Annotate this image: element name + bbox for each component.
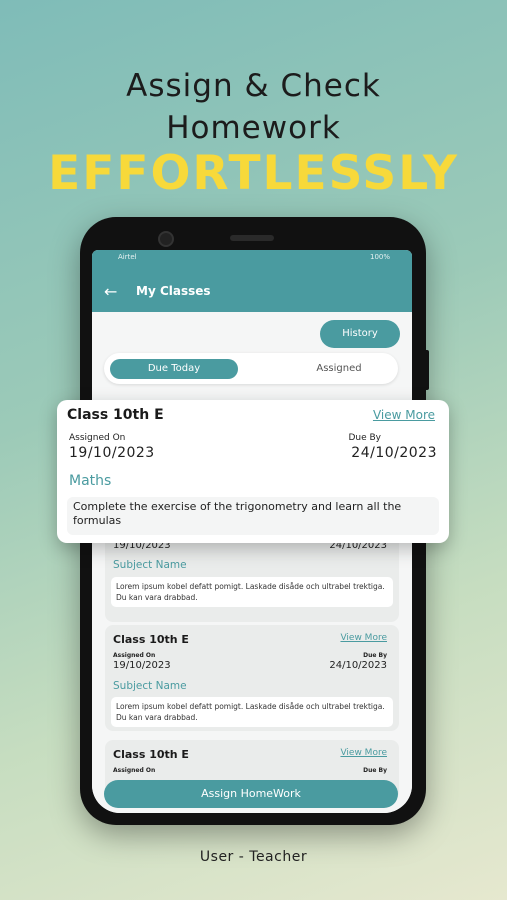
assigned-date: 19/10/2023 xyxy=(69,445,155,461)
phone-camera xyxy=(158,231,174,247)
featured-homework-card[interactable]: Class 10th E View More Assigned On Due B… xyxy=(57,400,449,543)
assign-homework-button[interactable]: Assign HomeWork xyxy=(104,780,398,808)
user-role-caption: User - Teacher xyxy=(199,849,308,865)
tab-switcher: Due Today Assigned xyxy=(104,353,398,384)
class-name: Class 10th E xyxy=(113,633,189,646)
homework-card[interactable]: 19/10/2023 24/10/2023 Subject Name Lorem… xyxy=(105,532,399,622)
due-date: 24/10/2023 xyxy=(329,660,387,671)
history-button[interactable]: History xyxy=(320,320,400,348)
back-arrow-icon[interactable]: ← xyxy=(104,282,117,301)
tab-due-today[interactable]: Due Today xyxy=(110,359,238,379)
headline-line-2: Homework xyxy=(166,110,341,146)
class-name: Class 10th E xyxy=(67,407,164,423)
view-more-link[interactable]: View More xyxy=(340,633,387,643)
subject-name: Subject Name xyxy=(113,680,187,692)
phone-side-button xyxy=(424,350,429,390)
due-by-label: Due By xyxy=(348,433,381,443)
carrier-label: Airtel xyxy=(118,253,137,261)
phone-speaker xyxy=(230,235,274,241)
assigned-date: 19/10/2023 xyxy=(113,660,171,671)
main-content: History Due Today Assigned 19/10/2023 24… xyxy=(92,312,412,813)
headline-emphasis: EFFORTLESSLY xyxy=(48,146,459,201)
subject-name: Subject Name xyxy=(113,559,187,571)
assigned-on-label: Assigned On xyxy=(69,433,126,443)
subject-name: Maths xyxy=(69,473,112,489)
view-more-link[interactable]: View More xyxy=(373,408,435,422)
homework-card[interactable]: Class 10th E View More Assigned On Due B… xyxy=(105,625,399,731)
app-bar: Airtel 100% ← My Classes xyxy=(92,250,412,312)
due-by-label: Due By xyxy=(363,767,387,774)
homework-description: Complete the exercise of the trigonometr… xyxy=(67,497,439,535)
tab-assigned[interactable]: Assigned xyxy=(279,353,399,384)
headline-line-1: Assign & Check xyxy=(126,68,381,104)
view-more-link[interactable]: View More xyxy=(340,748,387,758)
battery-label: 100% xyxy=(369,253,390,261)
page-title: My Classes xyxy=(136,284,211,298)
status-bar: Airtel 100% xyxy=(118,253,390,263)
assigned-on-label: Assigned On xyxy=(113,767,156,774)
due-by-label: Due By xyxy=(363,652,387,659)
assigned-on-label: Assigned On xyxy=(113,652,156,659)
homework-description: Lorem ipsum kobel defatt pomigt. Laskade… xyxy=(111,577,393,607)
due-date: 24/10/2023 xyxy=(351,445,437,461)
class-name: Class 10th E xyxy=(113,748,189,761)
homework-description: Lorem ipsum kobel defatt pomigt. Laskade… xyxy=(111,697,393,727)
